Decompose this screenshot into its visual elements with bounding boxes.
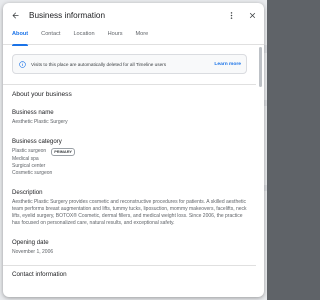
tab-bar: About Contact Location Hours More (3, 28, 264, 46)
description-label: Description (12, 188, 43, 196)
tab-hours[interactable]: Hours (108, 28, 123, 45)
business-category-label: Business category (12, 137, 62, 145)
dialog-title: Business information (29, 11, 105, 20)
close-icon[interactable] (246, 10, 258, 22)
section-divider (3, 265, 256, 267)
info-icon (19, 55, 26, 73)
tab-about[interactable]: About (12, 28, 29, 46)
tab-more[interactable]: More (136, 28, 149, 45)
learn-more-link[interactable]: Learn more (214, 62, 241, 67)
category-item: Surgical center (12, 162, 46, 169)
opening-date-label: Opening date (12, 239, 49, 247)
business-name-label: Business name (12, 109, 54, 116)
opening-date-value: November 1, 2006 (12, 249, 54, 256)
field-business-category[interactable]: Business category Plastic surgeon PRIMAR… (12, 138, 256, 177)
scrollbar-thumb[interactable] (259, 47, 262, 87)
primary-category-row: Plastic surgeon PRIMARY (12, 147, 256, 156)
notice-text: Visits to this place are automatically d… (31, 61, 167, 67)
field-opening-date[interactable]: Opening date November 1, 2006 (12, 239, 256, 256)
tab-location[interactable]: Location (73, 28, 94, 45)
field-description[interactable]: Description Aesthetic Plastic Surgery pr… (12, 189, 256, 228)
field-business-name[interactable]: Business name Aesthetic Plastic Surgery (12, 109, 256, 126)
category-item: Medical spa (12, 155, 39, 162)
section-title-about: About your business (12, 91, 72, 98)
field-contact-information[interactable]: Contact information (12, 271, 256, 278)
primary-category: Plastic surgeon (12, 148, 47, 155)
back-arrow-icon[interactable] (9, 10, 21, 22)
dialog-header: Business information (3, 3, 264, 28)
more-vert-icon[interactable] (225, 10, 237, 22)
section-divider (3, 84, 256, 85)
timeline-notice: Visits to this place are automatically d… (12, 54, 247, 74)
business-name-value: Aesthetic Plastic Surgery (12, 119, 68, 125)
category-item: Cosmetic surgeon (12, 169, 53, 176)
business-information-dialog: Business information About Contact Locat… (3, 3, 264, 297)
tab-contact[interactable]: Contact (41, 28, 60, 45)
dialog-content: Visits to this place are automatically d… (3, 45, 256, 297)
primary-badge: PRIMARY (51, 147, 75, 156)
description-value: Aesthetic Plastic Surgery provides cosme… (12, 198, 247, 227)
contact-information-label: Contact information (12, 271, 67, 279)
